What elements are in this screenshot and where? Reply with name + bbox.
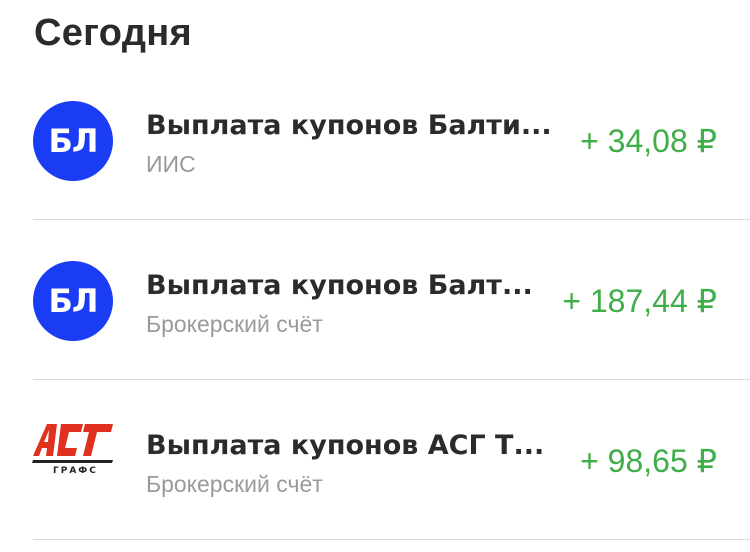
section-title: Сегодня [34,12,192,54]
operation-title: Выплата купонов Балт... [146,270,533,301]
operations-page: Сегодня БЛ Выплата купонов Балти... ИИС … [0,0,750,552]
baltic-leasing-logo-icon: БЛ [33,261,113,341]
avatar-text: БЛ [48,122,99,160]
operation-amount: + 187,44 ₽ [562,283,717,319]
operation-account: ИИС [146,151,196,177]
operation-row[interactable]: ГРАФС Выплата купонов АСГ Т... Брокерски… [0,380,750,540]
baltic-leasing-logo-icon: БЛ [33,101,113,181]
operations-list: БЛ Выплата купонов Балти... ИИС + 34,08 … [0,60,750,540]
operation-amount: + 34,08 ₽ [580,123,717,159]
operation-title: Выплата купонов Балти... [146,110,552,141]
operation-amount: + 98,65 ₽ [580,443,717,479]
operation-row[interactable]: БЛ Выплата купонов Балти... ИИС + 34,08 … [0,60,750,220]
asg-logo-subtext: ГРАФС [53,466,98,476]
asg-logo-icon: ГРАФС [32,424,113,476]
operation-account: Брокерский счёт [146,471,323,497]
operation-row[interactable]: БЛ Выплата купонов Балт... Брокерский сч… [0,220,750,380]
avatar-text: БЛ [48,282,99,320]
operation-account: Брокерский счёт [146,311,323,337]
operation-title: Выплата купонов АСГ Т... [146,430,545,461]
row-divider [33,539,750,540]
